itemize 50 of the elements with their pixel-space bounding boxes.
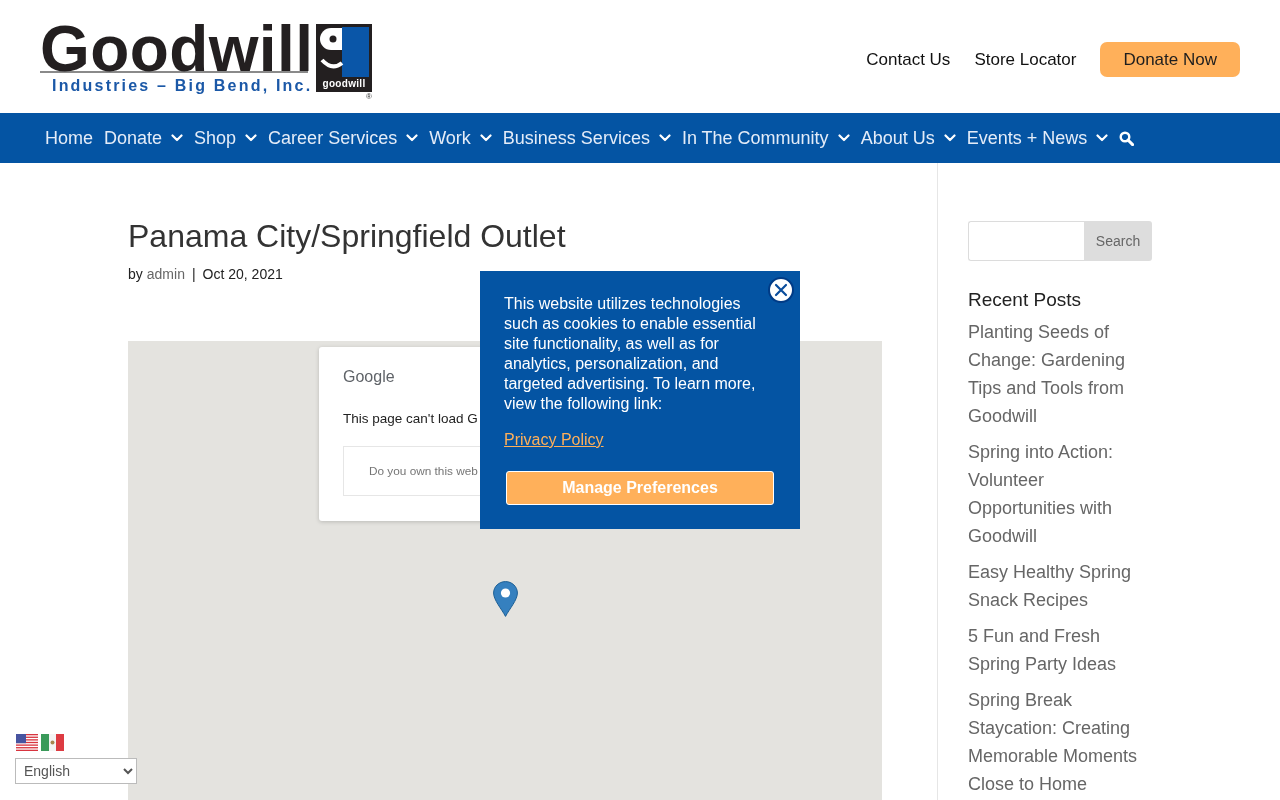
- nav-link[interactable]: Home: [45, 127, 93, 149]
- recent-post-link[interactable]: Easy Healthy Spring Snack Recipes: [968, 558, 1152, 614]
- author-link[interactable]: admin: [146, 264, 185, 284]
- error-message: This page can't load G: [343, 410, 478, 428]
- logo-badge-text: goodwill: [321, 78, 367, 90]
- meta-separator: |: [191, 265, 196, 284]
- nav-link[interactable]: Shop: [194, 127, 258, 149]
- nav-link[interactable]: Donate: [104, 127, 184, 149]
- chevron-down-icon: [658, 134, 671, 142]
- recent-post-link[interactable]: Planting Seeds of Change: Gardening Tips and Tools from Goodwill: [968, 318, 1152, 430]
- close-icon: [768, 277, 794, 303]
- post-title: Panama City/Springfield Outlet: [128, 217, 567, 255]
- recent-post-link[interactable]: 5 Fun and Fresh Spring Party Ideas: [968, 622, 1152, 678]
- nav-link[interactable]: Business Services: [502, 127, 671, 149]
- smiling-g-logo-icon: [319, 27, 369, 77]
- nav-link[interactable]: Events + News: [966, 127, 1109, 149]
- language-select[interactable]: English: [15, 758, 137, 784]
- search-icon[interactable]: [1119, 130, 1135, 146]
- search-button[interactable]: Search: [1084, 221, 1152, 261]
- map-pin-icon[interactable]: [493, 581, 518, 617]
- chevron-down-icon: [245, 134, 258, 142]
- privacy-policy-link[interactable]: Privacy Policy: [504, 430, 604, 450]
- nav-link[interactable]: In The Community: [681, 127, 850, 149]
- chevron-down-icon: [1096, 134, 1109, 142]
- section-heading: Recent Posts: [968, 288, 1082, 312]
- recent-post-link[interactable]: Spring into Action: Volunteer Opportunities with Goodwill: [968, 438, 1152, 550]
- chevron-down-icon: [171, 134, 184, 142]
- nav-link[interactable]: Career Services: [268, 127, 419, 149]
- mexico-flag-icon[interactable]: [41, 734, 64, 751]
- chevron-down-icon: [943, 134, 956, 142]
- header-link[interactable]: Store Locator: [974, 49, 1077, 70]
- logo-wordmark: Goodwill: [40, 24, 315, 70]
- chevron-down-icon: [837, 134, 850, 142]
- chevron-down-icon: [406, 134, 419, 142]
- nav-link[interactable]: Work: [429, 127, 492, 149]
- nav-link[interactable]: About Us: [860, 127, 956, 149]
- us-flag-icon[interactable]: [16, 734, 38, 751]
- brand-wordmark: Google: [343, 367, 395, 387]
- logo-tagline: Industries – Big Bend, Inc.: [51, 77, 313, 95]
- byline-label: by: [128, 265, 143, 284]
- recent-post-link[interactable]: Spring Break Staycation: Creating Memorable Moments Close to Home: [968, 686, 1152, 798]
- registered-mark: ®: [366, 93, 372, 101]
- search-field[interactable]: [968, 221, 1084, 261]
- donate-button[interactable]: Donate Now: [1100, 42, 1240, 77]
- chevron-down-icon: [479, 134, 492, 142]
- cookie-notice-text: This website utilizes technologies such as cookies to enable essential site functionality, as well as for analytics, personalization, and targeted advertising. To learn more, view the following link:: [504, 294, 757, 414]
- post-date: Oct 20, 2021: [202, 265, 283, 284]
- notice-text: Do you own this web: [369, 463, 478, 479]
- close-button[interactable]: [768, 277, 794, 303]
- header-link[interactable]: Contact Us: [866, 49, 951, 70]
